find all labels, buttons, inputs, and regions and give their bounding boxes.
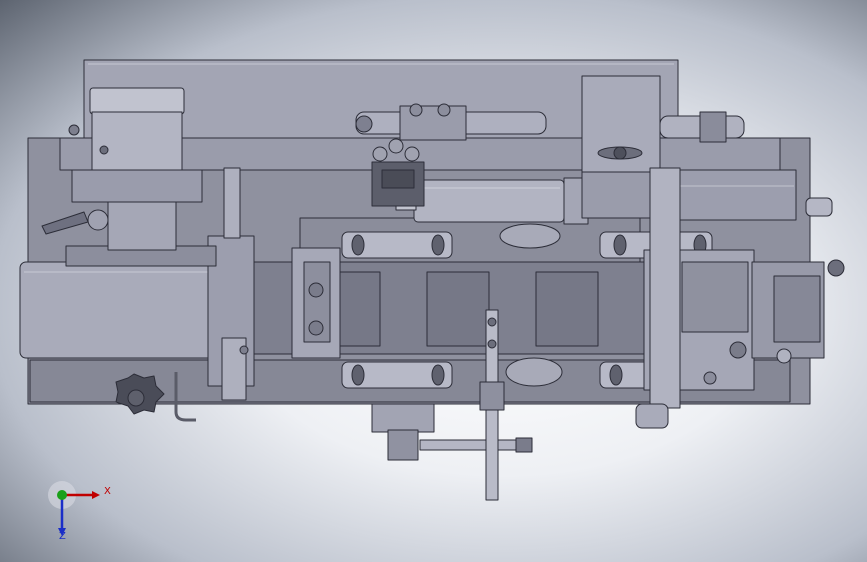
top-fitting-port-1 bbox=[409, 103, 423, 117]
bottom-slider-bracket bbox=[371, 403, 435, 433]
valve-fitting-3 bbox=[404, 146, 420, 162]
right-upper-block-lower bbox=[581, 171, 661, 219]
cylinder-port bbox=[99, 145, 109, 155]
x-axis-arrowhead bbox=[92, 491, 100, 499]
center-gear bbox=[505, 357, 563, 387]
base-screw-2 bbox=[239, 345, 249, 355]
triad-graphic bbox=[48, 481, 100, 536]
right-end-fitting bbox=[805, 197, 833, 217]
right-motor-inner bbox=[773, 275, 821, 343]
star-knob-hub bbox=[127, 389, 145, 407]
right-linear-guide bbox=[677, 169, 797, 221]
right-motor-shaft bbox=[827, 259, 845, 277]
clamp-slot-1b bbox=[431, 234, 445, 256]
solenoid-valve-window bbox=[381, 169, 415, 189]
slide-hole-2 bbox=[308, 320, 324, 336]
top-fitting-knob bbox=[355, 115, 373, 133]
valve-fitting-1 bbox=[372, 146, 388, 162]
z-axis-label: Z bbox=[59, 531, 66, 542]
cylinder-neck bbox=[107, 201, 177, 251]
upper-gear bbox=[499, 223, 561, 249]
clamp-slot-3a bbox=[351, 364, 365, 386]
cylinder-cap bbox=[89, 87, 185, 115]
valve-fitting-2 bbox=[388, 138, 404, 154]
y-axis-point bbox=[57, 490, 67, 500]
pneumatic-cylinder-body bbox=[413, 179, 565, 223]
probe-end-bolt bbox=[515, 437, 533, 453]
base-screw-1 bbox=[68, 124, 80, 136]
bottom-slider-nut bbox=[387, 429, 419, 461]
right-side-inner-block bbox=[681, 261, 749, 333]
bottom-horizontal-rod bbox=[419, 439, 521, 451]
probe-top-screw bbox=[487, 317, 497, 327]
right-lower-bolt bbox=[776, 348, 792, 364]
vertical-tube-upper bbox=[223, 167, 241, 239]
right-fitting-block bbox=[699, 111, 727, 143]
mounting-window-2 bbox=[426, 271, 490, 347]
probe-clamp bbox=[479, 381, 505, 411]
base-screw-3 bbox=[703, 371, 717, 385]
right-block-bolt bbox=[613, 146, 627, 160]
clamp-slot-4a bbox=[609, 364, 623, 386]
assembly-top-view[interactable] bbox=[0, 0, 867, 562]
cylinder-body bbox=[91, 111, 183, 171]
clamp-slot-3b bbox=[431, 364, 445, 386]
vertical-support-bar bbox=[649, 167, 681, 409]
vertical-support-foot bbox=[635, 403, 669, 429]
cylinder-base-flange bbox=[71, 169, 203, 203]
top-fitting-port-2 bbox=[437, 103, 451, 117]
probe-mid-screw bbox=[487, 339, 497, 349]
cad-viewport[interactable]: X Z bbox=[0, 0, 867, 562]
x-axis-label: X bbox=[104, 486, 111, 497]
clamp-slot-1a bbox=[351, 234, 365, 256]
slide-hole-1 bbox=[308, 282, 324, 298]
coordinate-triad: X Z bbox=[44, 478, 124, 548]
lever-pivot bbox=[87, 209, 109, 231]
mounting-window-3 bbox=[535, 271, 599, 347]
clamp-slot-2a bbox=[613, 234, 627, 256]
right-side-hole bbox=[729, 341, 747, 359]
